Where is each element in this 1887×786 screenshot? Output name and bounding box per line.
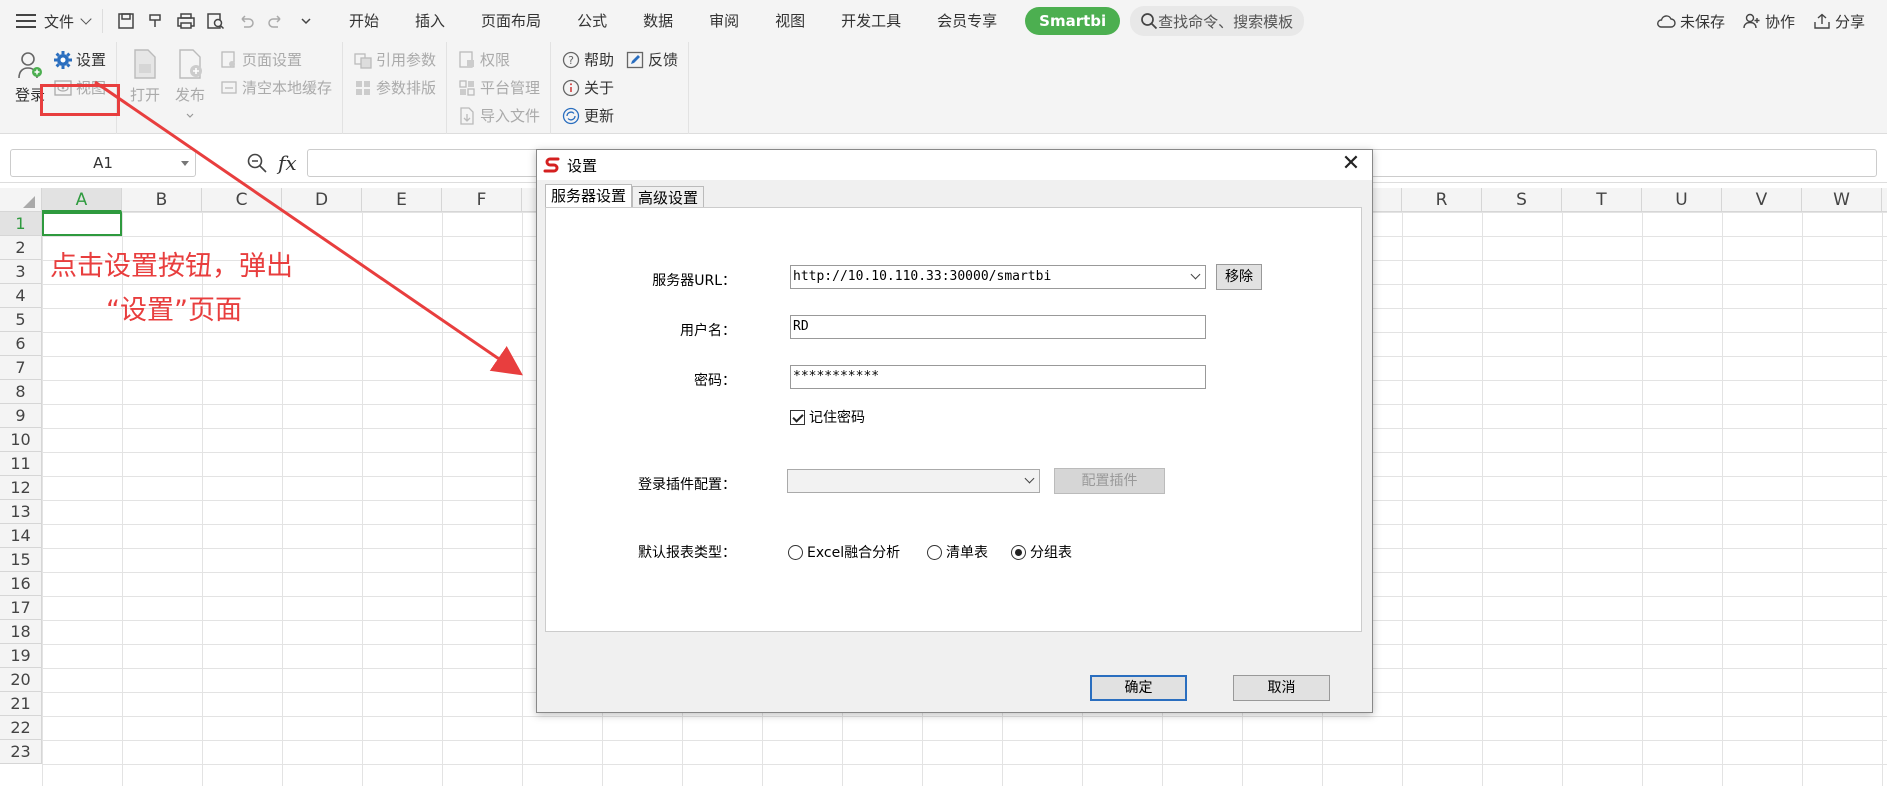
- cancel-button[interactable]: 取消: [1233, 675, 1330, 701]
- username-label: 用户名：: [680, 323, 736, 339]
- smartbi-logo-icon: [543, 157, 560, 173]
- config-plugin-button[interactable]: 配置插件: [1054, 468, 1165, 494]
- ok-button[interactable]: 确定: [1090, 675, 1187, 701]
- remember-password-checkbox[interactable]: 记住密码: [790, 407, 865, 427]
- radio-group-table[interactable]: 分组表: [1011, 542, 1072, 562]
- radio-unselected-icon[interactable]: [927, 544, 942, 560]
- dialog-titlebar[interactable]: 设置 ✕: [537, 150, 1372, 180]
- dialog-tabs: 服务器设置 高级设置: [545, 184, 705, 208]
- checkbox-checked-icon[interactable]: [790, 409, 805, 425]
- report-type-label: 默认报表类型：: [638, 545, 736, 561]
- chevron-down-icon[interactable]: [1024, 473, 1035, 484]
- radio-group-table-label: 分组表: [1030, 545, 1072, 561]
- tab-server-settings[interactable]: 服务器设置: [545, 184, 633, 208]
- server-url-label: 服务器URL：: [652, 273, 736, 289]
- login-plugin-label: 登录插件配置：: [638, 477, 736, 493]
- close-icon[interactable]: ✕: [1338, 152, 1364, 178]
- radio-list-table-label: 清单表: [946, 545, 988, 561]
- radio-unselected-icon[interactable]: [788, 544, 803, 560]
- radio-excel-fusion-label: Excel融合分析: [807, 545, 901, 561]
- radio-selected-icon[interactable]: [1011, 544, 1026, 560]
- server-url-combobox[interactable]: http://10.10.110.33:30000/smartbi: [790, 265, 1206, 289]
- chevron-down-icon[interactable]: [1190, 269, 1201, 280]
- settings-dialog: 设置 ✕ 服务器设置 高级设置 服务器URL： http://10.10.110…: [536, 149, 1373, 713]
- password-label: 密码：: [694, 373, 736, 389]
- login-plugin-select[interactable]: [787, 469, 1040, 493]
- remove-button[interactable]: 移除: [1216, 264, 1262, 290]
- server-url-value: http://10.10.110.33:30000/smartbi: [793, 269, 1052, 284]
- dialog-title: 设置: [567, 156, 598, 175]
- radio-list-table[interactable]: 清单表: [927, 542, 988, 562]
- server-settings-panel: 服务器URL： http://10.10.110.33:30000/smartb…: [545, 207, 1362, 632]
- tab-advanced-settings[interactable]: 高级设置: [632, 186, 705, 208]
- password-field[interactable]: ***********: [790, 365, 1206, 389]
- username-field[interactable]: RD: [790, 315, 1206, 339]
- radio-excel-fusion[interactable]: Excel融合分析: [788, 542, 900, 562]
- remember-password-label: 记住密码: [809, 410, 865, 426]
